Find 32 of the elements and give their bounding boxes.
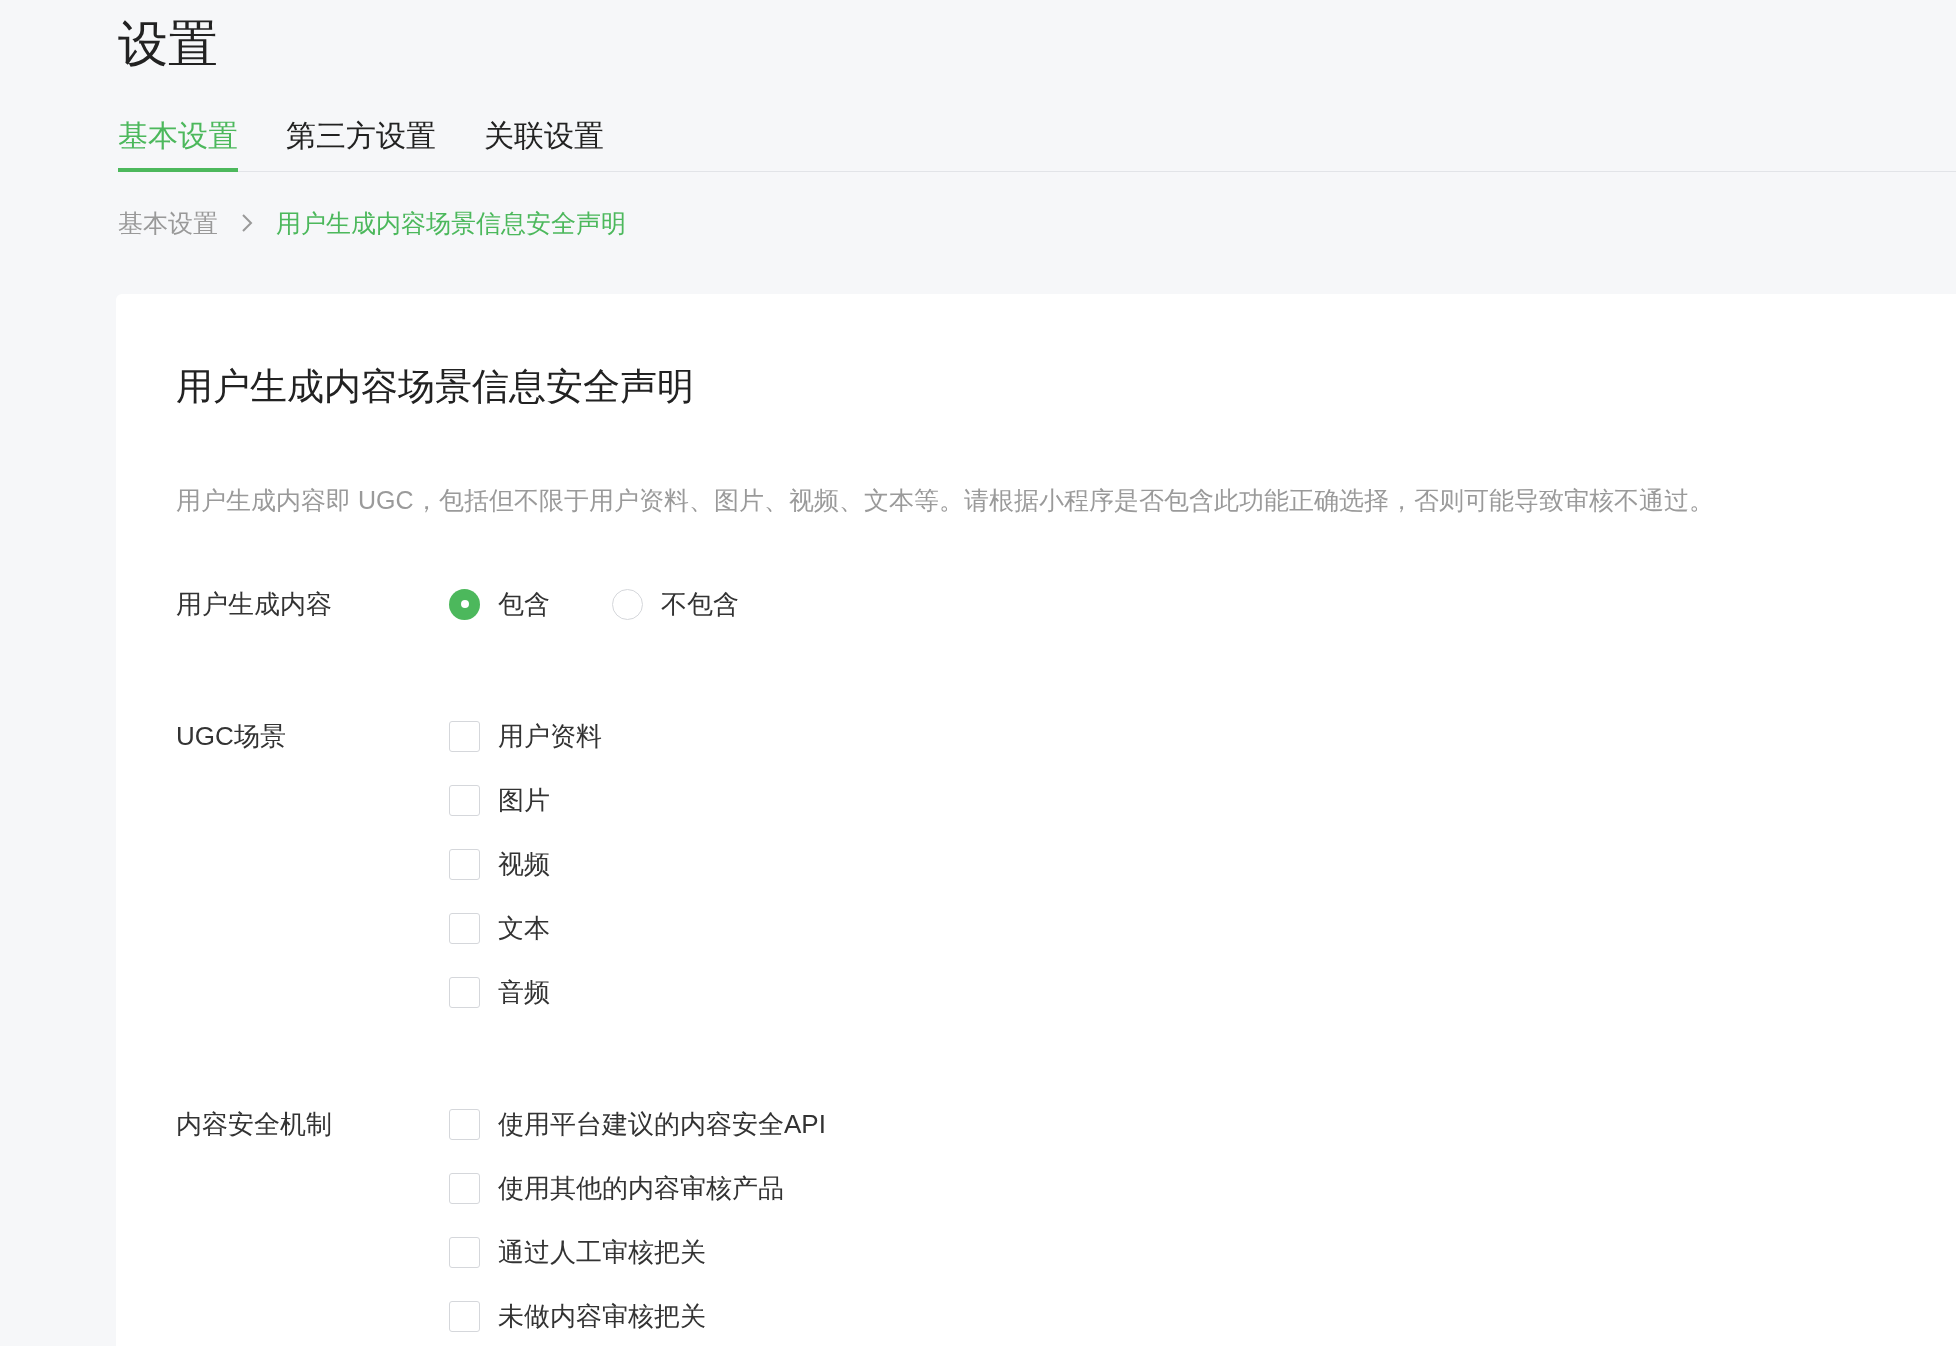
radio-option[interactable]: 包含: [449, 586, 550, 622]
checkbox[interactable]: [449, 1236, 480, 1268]
card-title: 用户生成内容场景信息安全声明: [176, 365, 695, 409]
checkbox-option[interactable]: 图片: [449, 782, 602, 818]
checkbox[interactable]: [449, 1300, 480, 1332]
page-title: 设置: [117, 15, 219, 74]
description: 用户生成内容即 UGC，包括但不限于用户资料、图片、视频、文本等。请根据小程序是否包含此功能正确选择，否则可能导致审核不通过。: [176, 485, 1715, 516]
checkbox[interactable]: [449, 1172, 480, 1204]
checkbox-option[interactable]: 用户资料: [449, 718, 602, 754]
checkbox-option[interactable]: 文本: [449, 910, 602, 946]
checkbox-option[interactable]: 未做内容审核把关: [449, 1298, 826, 1334]
radio-button[interactable]: [449, 588, 480, 620]
checkbox[interactable]: [449, 1108, 480, 1140]
chevron-right-icon: [240, 212, 254, 234]
checkbox-option[interactable]: 视频: [449, 846, 602, 882]
checkbox[interactable]: [449, 848, 480, 880]
checkbox[interactable]: [449, 784, 480, 816]
tab[interactable]: 关联设置: [484, 118, 604, 172]
checkbox[interactable]: [449, 912, 480, 944]
field-label: UGC场景: [176, 720, 287, 753]
radio-button[interactable]: [612, 588, 643, 620]
checkbox-option[interactable]: 音频: [449, 974, 602, 1010]
checkbox[interactable]: [449, 976, 480, 1008]
radio-option[interactable]: 不包含: [612, 586, 739, 622]
field-label: 用户生成内容: [176, 588, 333, 621]
breadcrumb-current: 用户生成内容场景信息安全声明: [276, 208, 626, 239]
checkbox-option[interactable]: 使用平台建议的内容安全API: [449, 1106, 826, 1142]
checkbox-option[interactable]: 通过人工审核把关: [449, 1234, 826, 1270]
checkbox[interactable]: [449, 720, 480, 752]
tab[interactable]: 第三方设置: [286, 118, 436, 172]
field-label: 内容安全机制: [176, 1108, 333, 1141]
checkbox-option[interactable]: 使用其他的内容审核产品: [449, 1170, 826, 1206]
